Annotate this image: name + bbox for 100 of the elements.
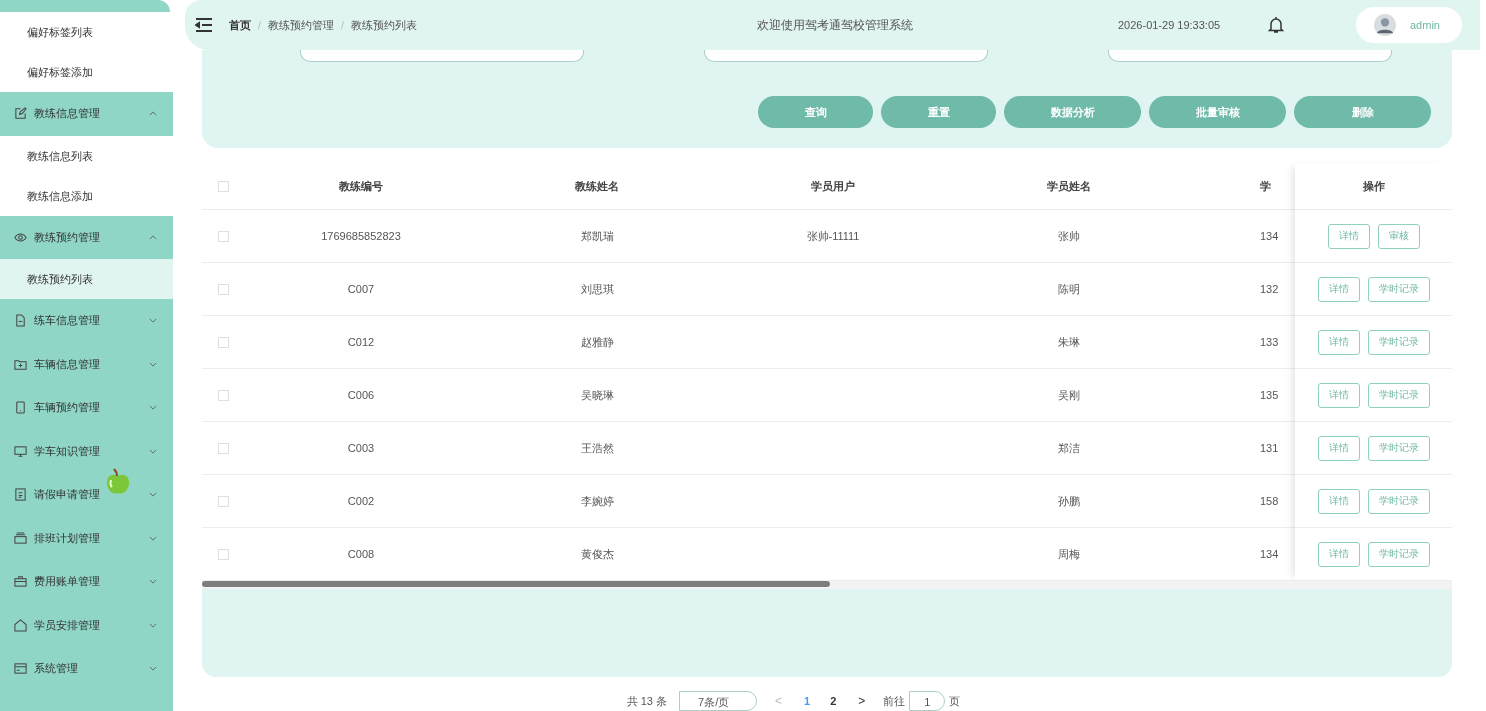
checkbox[interactable] [218,283,229,295]
table-cell: 王浩然 [580,441,614,454]
checkbox[interactable] [218,230,229,242]
checkbox[interactable] [218,442,229,454]
table-cell: 134 [1260,230,1279,242]
submenu-item[interactable]: 教练预约列表 [0,259,173,299]
next-page-button[interactable]: > [852,694,872,708]
table-cell: 131 [1260,442,1279,454]
menu-group[interactable]: 费用账单管理 [0,560,173,604]
bell-icon[interactable] [1268,16,1284,34]
column-header: 学员用户 [810,178,856,194]
table-cell: 158 [1260,495,1279,507]
menu-label: 练车信息管理 [34,313,101,329]
table-cell: 132 [1260,283,1279,295]
menu-group[interactable]: 教练预约管理 [0,215,173,259]
table-cell: 周梅 [1058,547,1080,560]
menu-label: 系统管理 [34,661,79,677]
checkbox[interactable] [218,180,229,192]
apple-icon [105,468,131,496]
goto-label: 前往 [883,693,906,709]
breadcrumb-link[interactable]: 首页 [229,17,251,33]
menu-group[interactable]: 练车信息管理 [0,299,173,343]
menu-group[interactable]: 车辆预约管理 [0,386,173,430]
input-field[interactable] [300,50,584,62]
checkbox[interactable] [218,336,229,348]
menu-icon[interactable] [195,18,213,32]
eye-icon [14,230,27,244]
card-icon [14,662,27,676]
table-cell: 134 [1260,548,1279,560]
table-cell: 陈明 [1058,282,1080,295]
menu-label: 排班计划管理 [34,530,101,546]
breadcrumb-link[interactable]: 教练预约列表 [351,17,418,33]
table-cell: 张帅-11111 [806,229,860,242]
table-cell: 郑凯瑞 [580,229,614,242]
monitor-icon [14,444,27,458]
list-icon [14,488,27,502]
breadcrumb-separator: / [258,19,262,31]
menu-label: 教练预约管理 [34,229,101,245]
breadcrumb-separator: / [341,19,345,31]
table-cell: 孙鹏 [1058,494,1080,507]
avatar-icon [1374,14,1396,36]
menu-group[interactable]: 车辆信息管理 [0,342,173,386]
table-cell: C002 [347,495,375,507]
menu-group[interactable]: 请假申请管理 [0,473,173,517]
column-header: 教练编号 [338,178,384,194]
datetime-text: 2026-01-29 19:33:05 [1118,19,1222,31]
table-cell: 郑洁 [1058,441,1080,454]
user-name: admin [1410,19,1440,31]
breadcrumb-link[interactable]: 教练预约管理 [268,17,335,33]
folder-icon [14,357,27,371]
input-field[interactable] [704,50,988,62]
submenu-item[interactable]: 教练信息添加 [0,175,173,216]
checkbox[interactable] [218,548,229,560]
page-suffix: 页 [949,693,961,709]
menu-label: 学员安排管理 [34,617,101,633]
menu-item[interactable] [0,0,170,12]
checkbox[interactable] [218,495,229,507]
checkbox[interactable] [218,389,229,401]
menu-label: 请假申请管理 [34,487,101,503]
system-title: 欢迎使用驾考通驾校管理系统 [756,16,914,34]
menu-label: 教练信息管理 [34,106,101,122]
column-header: 学 [1259,178,1272,194]
tray-icon [14,531,27,545]
table-cell: 吴刚 [1058,388,1080,401]
column-header: 教练姓名 [574,178,620,194]
table-cell: C012 [347,336,375,348]
menu-group[interactable]: 学员安排管理 [0,603,173,647]
submenu-item[interactable]: 教练信息列表 [0,135,173,176]
menu-group[interactable]: 教练信息管理 [0,92,173,136]
menu-label: 车辆信息管理 [34,356,101,372]
table-cell: 133 [1260,336,1279,348]
edit-icon [14,107,27,121]
submenu-item[interactable]: 偏好标签添加 [0,52,173,92]
table-cell: 吴晓琳 [580,388,614,401]
table-cell: 赵雅静 [580,335,614,348]
tablet-icon [14,401,27,415]
table-cell: 刘思琪 [580,282,614,295]
menu-group[interactable]: 学车知识管理 [0,429,173,473]
menu-label: 学车知识管理 [34,443,101,459]
total-count: 共 13 条 [626,693,668,709]
table-cell: 朱琳 [1058,335,1080,348]
document-icon [14,314,27,328]
table-cell: C003 [347,442,375,454]
submenu-item[interactable]: 偏好标签列表 [0,12,173,52]
table-cell: 张帅 [1058,229,1080,242]
menu-label: 费用账单管理 [34,574,101,590]
house-icon [14,618,27,632]
scrollbar[interactable] [202,581,1452,589]
table-cell: C008 [347,548,375,560]
menu-group[interactable]: 系统管理 [0,647,173,691]
input-field[interactable] [1108,50,1392,62]
menu-group[interactable]: 排班计划管理 [0,516,173,560]
menu-label: 车辆预约管理 [34,400,101,416]
table-cell: 135 [1260,389,1279,401]
page-number[interactable]: 2 [826,695,841,707]
table-cell: 1769685852823 [321,230,401,242]
briefcase-icon [14,575,27,589]
column-header: 操作 [1362,178,1385,194]
table-cell: 黄俊杰 [580,547,614,560]
table-cell: C007 [347,283,375,295]
